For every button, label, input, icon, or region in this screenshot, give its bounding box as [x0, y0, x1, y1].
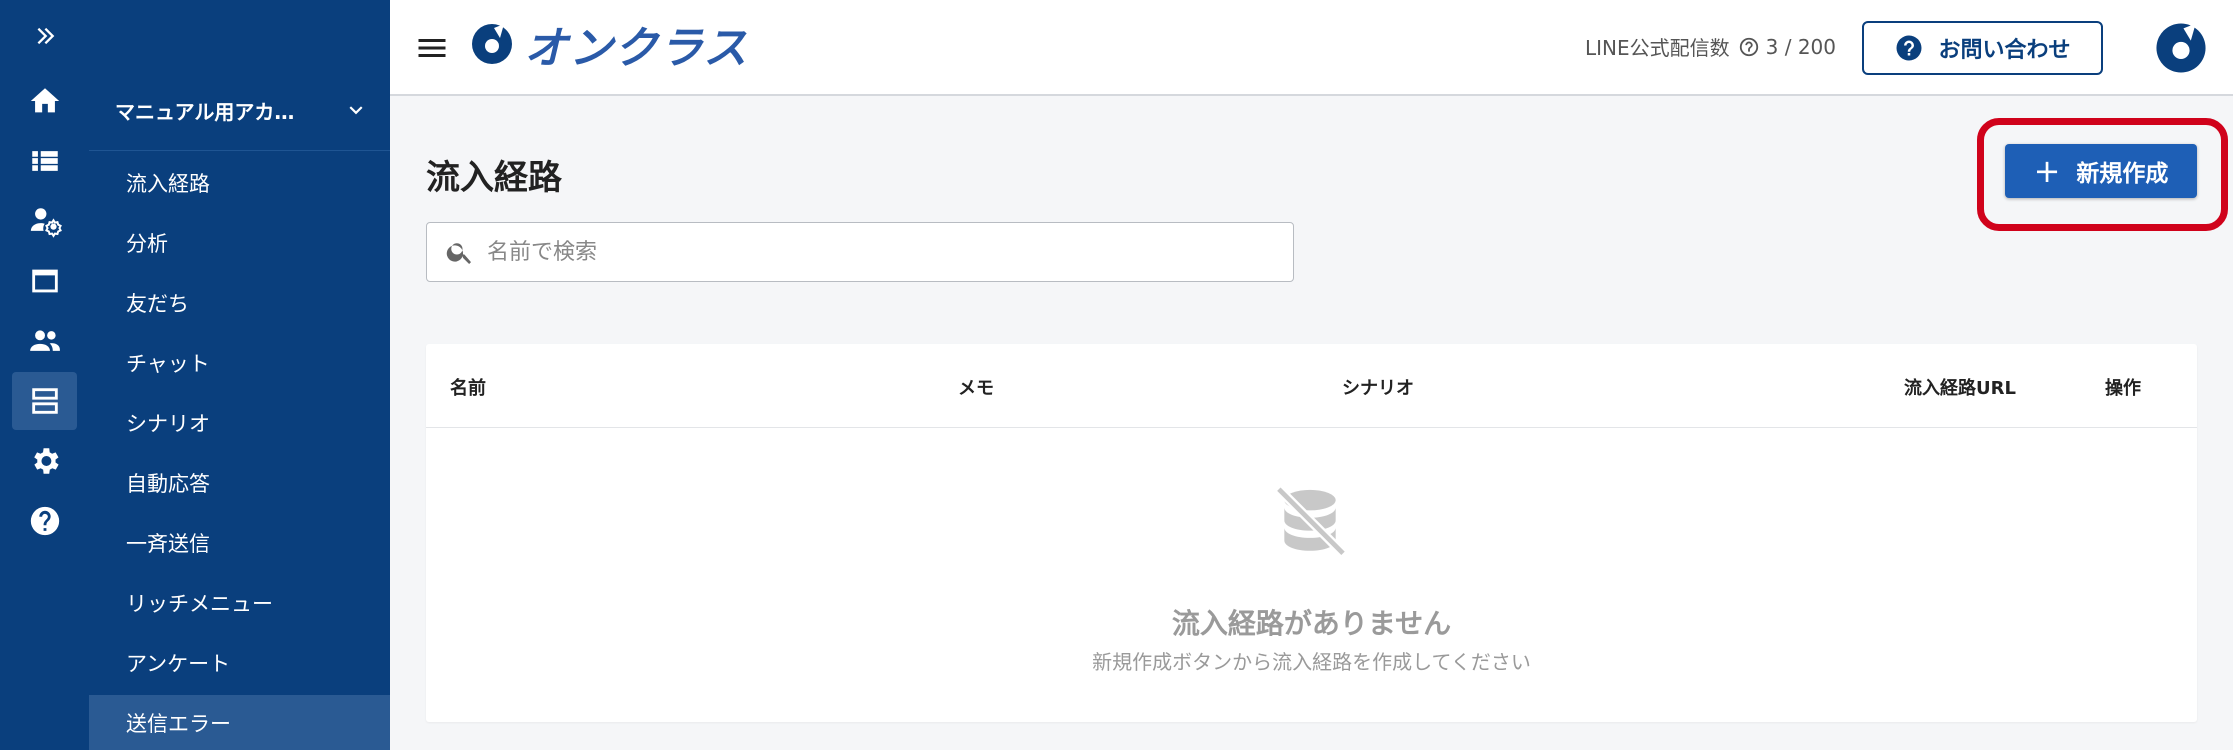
- contact-label: お問い合わせ: [1938, 38, 2071, 63]
- sidebar-item-chat[interactable]: チャット: [89, 335, 390, 391]
- people-icon: [29, 330, 60, 351]
- quota-value: 3 / 200: [1765, 34, 1836, 59]
- chevron-down-icon: [349, 106, 363, 115]
- help-icon: [30, 506, 59, 536]
- page-title: 流入経路: [426, 158, 562, 198]
- window-icon: [31, 269, 58, 293]
- search-input[interactable]: [487, 239, 1267, 265]
- sidebar-item-auto-reply[interactable]: 自動応答: [89, 455, 390, 511]
- menu-toggle-button[interactable]: [414, 30, 450, 66]
- create-new-label: 新規作成: [2076, 161, 2169, 187]
- sidebar-item-inflow[interactable]: 流入経路: [89, 155, 390, 211]
- sidebar-item-broadcast[interactable]: 一斉送信: [89, 515, 390, 571]
- gear-icon: [33, 448, 59, 474]
- help-icon: [1896, 35, 1922, 61]
- nav-window-button[interactable]: [12, 252, 77, 310]
- nav-storage-button[interactable]: [12, 372, 77, 430]
- inflow-table: 名前 メモ シナリオ 流入経路URL 操作 流入経路がありません 新規作成ボタン…: [426, 344, 2197, 722]
- list-icon: [31, 151, 58, 171]
- sidebar-item-rich-menu[interactable]: リッチメニュー: [89, 575, 390, 631]
- column-header-actions: 操作: [2105, 378, 2141, 399]
- nav-settings-button[interactable]: [12, 432, 77, 490]
- search-box: [426, 222, 1294, 282]
- column-header-name[interactable]: 名前: [450, 374, 486, 400]
- create-new-button[interactable]: + 新規作成: [2005, 144, 2197, 198]
- user-settings-icon: [30, 208, 62, 238]
- sidebar-item-friends[interactable]: 友だち: [89, 275, 390, 331]
- nav-list-button[interactable]: [12, 132, 77, 190]
- column-header-url[interactable]: 流入経路URL: [1904, 374, 2016, 400]
- expand-sidebar-button[interactable]: [0, 12, 89, 60]
- empty-state-subtitle: 新規作成ボタンから流入経路を作成してください: [1092, 650, 1531, 674]
- nav-home-button[interactable]: [12, 72, 77, 130]
- icon-rail: [0, 0, 89, 750]
- plus-icon: +: [2033, 152, 2061, 190]
- account-name: マニュアル用アカ…: [115, 99, 295, 124]
- double-chevron-right-icon: [37, 27, 54, 45]
- line-quota: LINE公式配信数 3 / 200: [1585, 32, 1836, 61]
- column-header-memo[interactable]: メモ: [958, 374, 994, 400]
- contact-button[interactable]: お問い合わせ: [1862, 21, 2103, 75]
- sidebar-item-scenario[interactable]: シナリオ: [89, 395, 390, 451]
- help-outline-icon[interactable]: [1738, 36, 1760, 58]
- account-selector[interactable]: マニュアル用アカ…: [115, 92, 375, 128]
- empty-state-title: 流入経路がありません: [1171, 607, 1452, 640]
- sidebar-item-analytics[interactable]: 分析: [89, 215, 390, 271]
- avatar[interactable]: [2154, 21, 2208, 75]
- nav-help-button[interactable]: [12, 492, 77, 550]
- storage-icon: [31, 388, 58, 414]
- database-off-icon: [1275, 485, 1347, 557]
- nav-people-button[interactable]: [12, 312, 77, 370]
- table-header: 名前 メモ シナリオ 流入経路URL 操作: [426, 344, 2197, 428]
- search-icon: [446, 243, 471, 264]
- nav-user-settings-button[interactable]: [12, 192, 77, 250]
- logo-text: オンクラス: [524, 23, 749, 74]
- sidebar-item-send-error[interactable]: 送信エラー: [89, 695, 390, 750]
- column-header-scenario[interactable]: シナリオ: [1342, 374, 1414, 400]
- hamburger-icon: [418, 39, 446, 57]
- app-logo[interactable]: オンクラス: [470, 20, 748, 74]
- home-icon: [30, 88, 59, 113]
- sidebar: マニュアル用アカ… 流入経路 分析 友だち チャット シナリオ 自動応答 一斉送…: [89, 0, 390, 750]
- top-header: オンクラス LINE公式配信数 3 / 200 お問い合わせ: [390, 0, 2233, 96]
- divider: [89, 150, 390, 151]
- logo-mark-icon: [472, 24, 512, 64]
- sidebar-item-survey[interactable]: アンケート: [89, 635, 390, 691]
- quota-label: LINE公式配信数: [1585, 36, 1730, 60]
